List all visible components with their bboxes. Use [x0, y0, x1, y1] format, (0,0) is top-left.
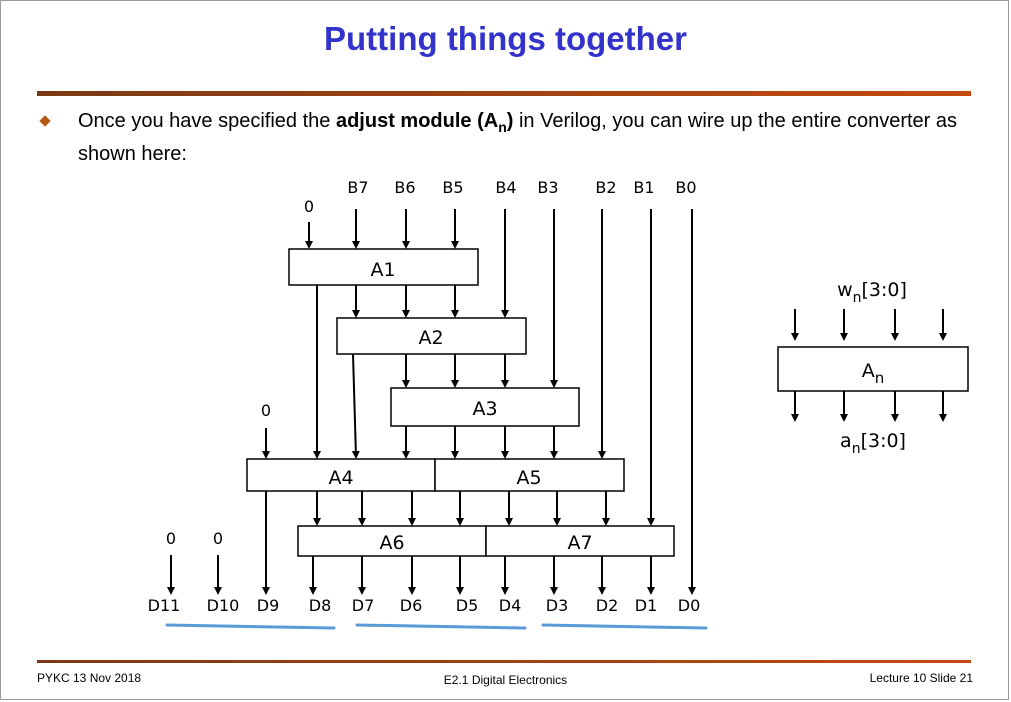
footer-course: E2.1 Digital Electronics	[443, 673, 568, 687]
block-a1-label: A1	[370, 259, 395, 281]
output-d2: D2	[596, 596, 619, 615]
module-output-label: an[3:0]	[840, 430, 906, 457]
bcd-converter-diagram: A1 A2 A3 A4 A5 A6 A7 0 B7 B6 B5 B4 B3 B2…	[148, 178, 969, 630]
module-legend: wn[3:0] An an[3:0]	[777, 279, 969, 457]
block-a4-label: A4	[328, 467, 353, 489]
output-d0: D0	[678, 596, 701, 615]
digit-group-underlines	[165, 623, 708, 630]
input-zero-d10: 0	[213, 529, 223, 548]
block-a7-label: A7	[567, 532, 592, 554]
output-d8: D8	[309, 596, 332, 615]
output-labels: D11 D10 D9 D8 D7 D6 D5 D4 D3 D2 D1 D0	[148, 596, 701, 615]
underline-tens	[355, 623, 527, 630]
input-zero-a4: 0	[261, 401, 271, 420]
input-b5: B5	[442, 178, 463, 197]
block-a2-label: A2	[418, 327, 443, 349]
input-b1: B1	[633, 178, 654, 197]
input-b4: B4	[495, 178, 516, 197]
input-b7: B7	[347, 178, 368, 197]
output-d7: D7	[352, 596, 375, 615]
output-d5: D5	[456, 596, 479, 615]
block-a6-label: A6	[379, 532, 404, 554]
output-d9: D9	[257, 596, 280, 615]
output-d3: D3	[546, 596, 569, 615]
underline-hundreds	[165, 623, 336, 630]
input-zero-a1: 0	[304, 197, 314, 216]
input-b0: B0	[675, 178, 696, 197]
module-input-label: wn[3:0]	[837, 279, 907, 306]
output-d10: D10	[207, 596, 240, 615]
output-d6: D6	[400, 596, 423, 615]
input-b3: B3	[537, 178, 558, 197]
input-b6: B6	[394, 178, 415, 197]
output-d1: D1	[635, 596, 658, 615]
block-a5-label: A5	[516, 467, 541, 489]
input-b2: B2	[595, 178, 616, 197]
output-d11: D11	[148, 596, 181, 615]
footer-slide-number: Lecture 10 Slide 21	[869, 671, 973, 685]
block-a3-label: A3	[472, 398, 497, 420]
input-zero-d11: 0	[166, 529, 176, 548]
underline-units	[541, 623, 708, 630]
footer-divider	[37, 660, 971, 663]
output-d4: D4	[499, 596, 522, 615]
input-labels: 0 B7 B6 B5 B4 B3 B2 B1 B0 0 0 0	[166, 178, 697, 548]
